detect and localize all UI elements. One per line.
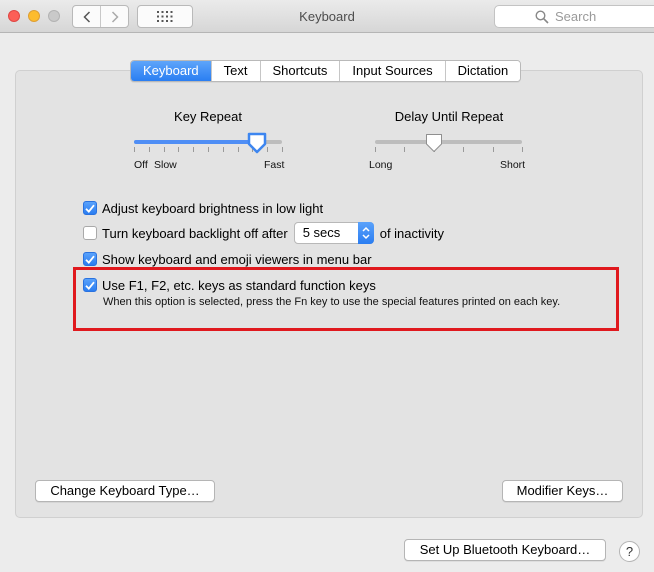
slider-tick [267, 147, 268, 152]
chevron-right-icon [111, 10, 119, 23]
select-arrows [357, 222, 374, 244]
backlight-duration-select[interactable]: 5 secs [293, 222, 374, 244]
viewers-label[interactable]: Show keyboard and emoji viewers in menu … [102, 252, 372, 267]
zoom-window-button[interactable] [48, 10, 60, 22]
change-keyboard-type-button[interactable]: Change Keyboard Type… [35, 480, 215, 502]
delay-until-repeat-title: Delay Until Repeat [394, 109, 504, 124]
backlight-suffix: of inactivity [379, 225, 445, 241]
slider-tick [522, 147, 523, 152]
brightness-option: Adjust keyboard brightness in low light [83, 199, 323, 217]
slider-tick [463, 147, 464, 152]
updown-chevron-icon [362, 226, 370, 240]
backlight-label[interactable]: Turn keyboard backlight off after [102, 226, 288, 241]
highlight-box [73, 267, 619, 331]
help-button[interactable]: ? [619, 541, 640, 562]
delay-until-repeat-thumb[interactable] [424, 132, 444, 154]
slider-tick [208, 147, 209, 152]
set-up-bluetooth-keyboard-button[interactable]: Set Up Bluetooth Keyboard… [404, 539, 606, 561]
tab-dictation[interactable]: Dictation [444, 61, 521, 81]
slider-tick [178, 147, 179, 152]
tab-input-sources[interactable]: Input Sources [339, 61, 445, 81]
slider-tick [164, 147, 165, 152]
brightness-label[interactable]: Adjust keyboard brightness in low light [102, 201, 323, 216]
slider-tick [134, 147, 135, 152]
search-placeholder: Search [555, 9, 597, 24]
slider-tick [223, 147, 224, 152]
viewers-checkbox[interactable] [83, 252, 97, 266]
show-all-button[interactable] [137, 5, 193, 28]
checkmark-icon [85, 255, 95, 264]
key-repeat-off-label: Off [134, 159, 148, 171]
delay-short-label: Short [500, 159, 526, 171]
backlight-option: Turn keyboard backlight off after 5 secs… [83, 222, 445, 244]
search-input[interactable]: Search [494, 5, 654, 28]
delay-until-repeat-track [375, 140, 522, 144]
forward-button[interactable] [100, 6, 128, 27]
slider-tick [404, 147, 405, 152]
brightness-checkbox[interactable] [83, 201, 97, 215]
backlight-duration-value: 5 secs [302, 225, 341, 240]
back-button[interactable] [73, 6, 100, 27]
slider-tick [193, 147, 194, 152]
checkmark-icon [85, 204, 95, 213]
search-icon [535, 10, 549, 24]
tab-text[interactable]: Text [210, 61, 260, 81]
key-repeat-thumb[interactable] [247, 132, 267, 154]
slider-tick [375, 147, 376, 152]
slider-tick [238, 147, 239, 152]
tab-bar: Keyboard Text Shortcuts Input Sources Di… [130, 60, 522, 82]
backlight-checkbox[interactable] [83, 226, 97, 240]
close-window-button[interactable] [8, 10, 20, 22]
grid-icon [157, 11, 173, 22]
key-repeat-fill [134, 140, 257, 144]
slider-tick [493, 147, 494, 152]
key-repeat-title: Key Repeat [174, 109, 242, 124]
key-repeat-slow-label: Slow [154, 159, 177, 171]
viewers-option: Show keyboard and emoji viewers in menu … [83, 250, 372, 268]
slider-tick [282, 147, 283, 152]
tab-keyboard[interactable]: Keyboard [131, 61, 211, 81]
tab-shortcuts[interactable]: Shortcuts [259, 61, 340, 81]
key-repeat-fast-label: Fast [264, 159, 285, 171]
title-bar: Keyboard Search [0, 0, 654, 33]
chevron-left-icon [82, 10, 90, 23]
delay-long-label: Long [369, 159, 393, 171]
modifier-keys-button[interactable]: Modifier Keys… [502, 480, 623, 502]
nav-buttons [72, 5, 129, 28]
slider-tick [149, 147, 150, 152]
minimize-window-button[interactable] [28, 10, 40, 22]
